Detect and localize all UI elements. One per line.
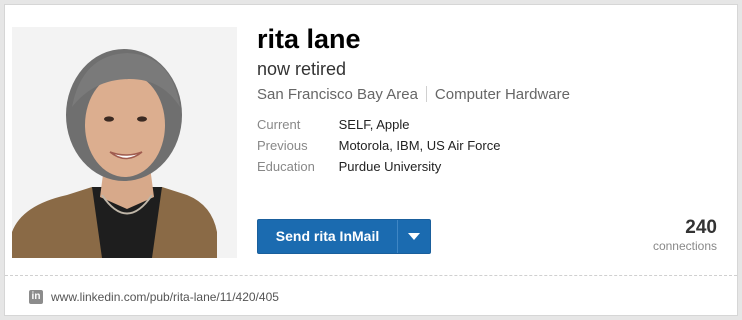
location-industry-row: San Francisco Bay Area Computer Hardware [257, 85, 727, 105]
connections-number: 240 [685, 217, 717, 238]
linkedin-icon: in [29, 289, 43, 304]
send-inmail-button[interactable]: Send rita InMail [258, 220, 398, 253]
divider [425, 86, 427, 102]
fact-row-current: Current SELF, Apple [257, 117, 727, 138]
fact-label: Education [257, 159, 315, 174]
profile-photo [12, 27, 237, 258]
connections-label: connections [652, 239, 717, 253]
inmail-dropdown-button[interactable] [398, 220, 430, 253]
profile-industry[interactable]: Computer Hardware [435, 86, 570, 103]
public-profile-url[interactable]: www.linkedin.com/pub/rita-lane/11/420/40… [51, 290, 279, 304]
profile-photo-image [12, 27, 237, 258]
profile-location[interactable]: San Francisco Bay Area [257, 86, 418, 103]
fact-value: Purdue University [338, 159, 442, 174]
connections-count: 240 connections [653, 217, 717, 253]
profile-info: rita lane now retired San Francisco Bay … [257, 23, 727, 180]
profile-name: rita lane [257, 24, 361, 54]
profile-footer: in www.linkedin.com/pub/rita-lane/11/420… [5, 275, 737, 317]
fact-value: Motorola, IBM, US Air Force [338, 138, 501, 153]
fact-row-education: Education Purdue University [257, 159, 727, 180]
fact-label: Previous [257, 138, 308, 153]
send-inmail-button-group: Send rita InMail [257, 219, 431, 254]
profile-headline: now retired [257, 59, 347, 79]
fact-value: SELF, Apple [338, 117, 410, 132]
caret-down-icon [408, 233, 420, 240]
fact-label: Current [257, 117, 301, 132]
profile-facts: Current SELF, Apple Previous Motorola, I… [257, 117, 727, 180]
fact-row-previous: Previous Motorola, IBM, US Air Force [257, 138, 727, 159]
profile-card: rita lane now retired San Francisco Bay … [4, 4, 738, 316]
